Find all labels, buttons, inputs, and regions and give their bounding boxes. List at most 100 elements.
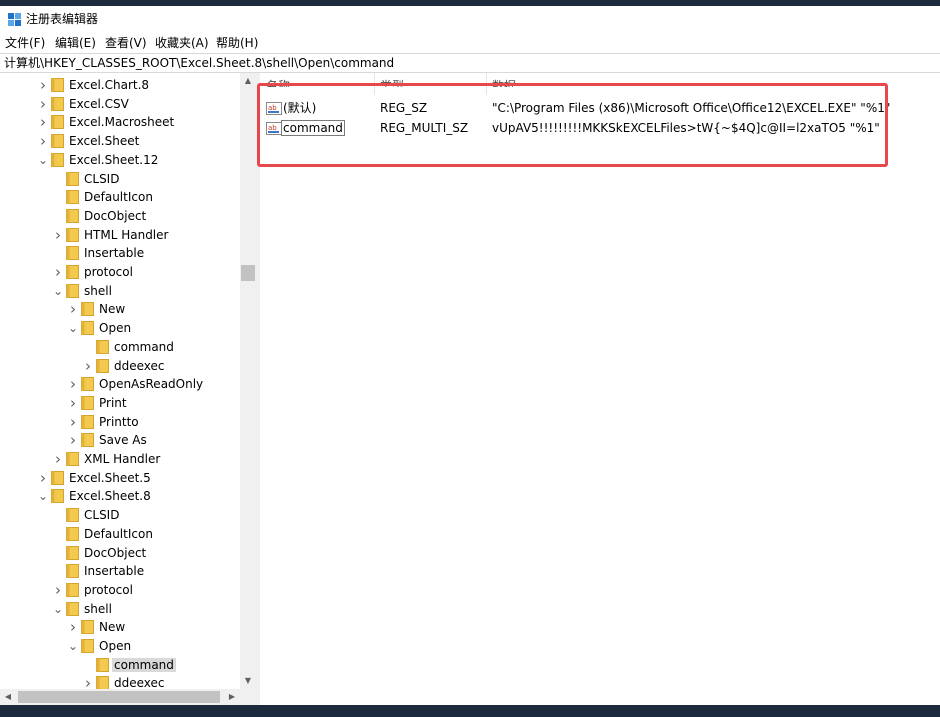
- tree-node-label: protocol: [84, 265, 133, 279]
- chevron-down-icon[interactable]: ⌄: [52, 283, 64, 299]
- tree-node[interactable]: command: [0, 338, 240, 356]
- tree-node[interactable]: ⌄ Excel.Sheet.12: [0, 151, 240, 169]
- tree-node[interactable]: › Excel.CSV: [0, 95, 240, 113]
- tree-node-label: Insertable: [84, 564, 145, 579]
- tree-node-label: Excel.Chart.8: [69, 78, 150, 92]
- chevron-right-icon[interactable]: ›: [37, 133, 49, 149]
- tree-node[interactable]: DefaultIcon: [0, 188, 240, 206]
- tree-vertical-scrollbar[interactable]: ▲ ▼: [240, 73, 256, 689]
- menu-edit[interactable]: 编辑(E): [55, 36, 96, 50]
- multi-string-value-icon: ab: [266, 122, 282, 135]
- tree-node[interactable]: Insertable: [0, 244, 240, 262]
- string-value-icon: ab: [266, 102, 282, 115]
- tree-node-label: Excel.Sheet.8: [69, 489, 151, 504]
- chevron-down-icon[interactable]: ⌄: [37, 152, 49, 168]
- menu-favorites[interactable]: 收藏夹(A): [155, 36, 209, 50]
- chevron-right-icon[interactable]: ›: [37, 114, 49, 130]
- tree-node[interactable]: CLSID: [0, 506, 240, 524]
- tree-node[interactable]: › Excel.Sheet.5: [0, 469, 240, 487]
- chevron-down-icon[interactable]: ⌄: [37, 488, 49, 504]
- tree-node-label: DocObject: [84, 545, 147, 560]
- title-bar[interactable]: 注册表编辑器: [0, 6, 940, 33]
- window-title: 注册表编辑器: [26, 12, 99, 26]
- tree-node[interactable]: ⌄ Excel.Sheet.8: [0, 487, 240, 505]
- folder-icon: [66, 190, 79, 205]
- tree-node-label: HTML Handler: [84, 227, 169, 242]
- chevron-down-icon[interactable]: ⌄: [67, 320, 79, 336]
- tree-node[interactable]: › Print: [0, 394, 240, 412]
- chevron-right-icon[interactable]: ›: [37, 96, 49, 112]
- chevron-right-icon[interactable]: ›: [82, 358, 94, 374]
- tree-node[interactable]: › ddeexec: [0, 357, 240, 375]
- tree-node-label: New: [99, 302, 126, 317]
- tree-node[interactable]: › Excel.Macrosheet: [0, 113, 240, 131]
- column-header-data[interactable]: 数据: [492, 79, 516, 87]
- values-list: 名称 类型 数据 ab (默认) REG_SZ "C:\Program File…: [260, 73, 940, 705]
- tree-node[interactable]: › Excel.Chart.8: [0, 76, 240, 94]
- tree-node[interactable]: ⌄ Open: [0, 637, 240, 655]
- tree-node[interactable]: › OpenAsReadOnly: [0, 375, 240, 393]
- tree-node[interactable]: DefaultIcon: [0, 525, 240, 543]
- folder-icon: [66, 283, 79, 298]
- column-header-type[interactable]: 类型: [380, 79, 404, 87]
- chevron-right-icon[interactable]: ›: [67, 301, 79, 317]
- tree-node[interactable]: › protocol: [0, 263, 240, 281]
- address-path[interactable]: 计算机\HKEY_CLASSES_ROOT\Excel.Sheet.8\shel…: [4, 56, 394, 71]
- tree-node[interactable]: DocObject: [0, 544, 240, 562]
- chevron-down-icon[interactable]: ⌄: [67, 638, 79, 654]
- menu-help[interactable]: 帮助(H): [216, 36, 258, 50]
- chevron-right-icon[interactable]: ›: [67, 619, 79, 635]
- scroll-left-arrow-icon[interactable]: ◀: [0, 689, 16, 705]
- tree-node[interactable]: command: [0, 656, 240, 674]
- tree-node[interactable]: Insertable: [0, 562, 240, 580]
- tree-node[interactable]: › Save As: [0, 431, 240, 449]
- tree-node[interactable]: ⌄ shell: [0, 600, 240, 618]
- column-divider[interactable]: [374, 73, 375, 95]
- folder-icon: [51, 489, 64, 504]
- column-header-name[interactable]: 名称: [266, 79, 290, 87]
- tree-node[interactable]: ⌄ Open: [0, 319, 240, 337]
- no-chevron: [52, 171, 64, 187]
- menu-view[interactable]: 查看(V): [105, 36, 147, 50]
- chevron-right-icon[interactable]: ›: [52, 227, 64, 243]
- tree-node[interactable]: CLSID: [0, 170, 240, 188]
- tree-node[interactable]: › New: [0, 300, 240, 318]
- tree-node[interactable]: › New: [0, 618, 240, 636]
- value-name: command: [281, 120, 345, 136]
- hscroll-thumb[interactable]: [18, 691, 220, 703]
- tree-node[interactable]: › HTML Handler: [0, 226, 240, 244]
- chevron-right-icon[interactable]: ›: [52, 264, 64, 280]
- chevron-right-icon[interactable]: ›: [52, 451, 64, 467]
- value-row-default[interactable]: ab (默认) REG_SZ "C:\Program Files (x86)\M…: [260, 98, 940, 118]
- column-divider[interactable]: [486, 73, 487, 95]
- tree-node[interactable]: › XML Handler: [0, 450, 240, 468]
- scroll-right-arrow-icon[interactable]: ▶: [224, 689, 240, 705]
- folder-icon: [66, 246, 79, 261]
- scroll-up-arrow-icon[interactable]: ▲: [240, 73, 256, 89]
- tree-node-label: Open: [99, 321, 132, 336]
- tree-node[interactable]: › Printto: [0, 413, 240, 431]
- tree-node[interactable]: ⌄ shell: [0, 282, 240, 300]
- value-row-command[interactable]: ab command REG_MULTI_SZ vUpAV5!!!!!!!!!M…: [260, 118, 940, 138]
- scroll-thumb[interactable]: [241, 265, 255, 281]
- no-chevron: [52, 208, 64, 224]
- chevron-right-icon[interactable]: ›: [37, 77, 49, 93]
- value-name: (默认): [283, 101, 317, 115]
- chevron-right-icon[interactable]: ›: [67, 432, 79, 448]
- chevron-right-icon[interactable]: ›: [67, 414, 79, 430]
- scroll-down-arrow-icon[interactable]: ▼: [240, 673, 256, 689]
- address-bar[interactable]: 计算机\HKEY_CLASSES_ROOT\Excel.Sheet.8\shel…: [0, 53, 940, 73]
- chevron-down-icon[interactable]: ⌄: [52, 601, 64, 617]
- value-data: "C:\Program Files (x86)\Microsoft Office…: [492, 101, 891, 115]
- tree-node-label: OpenAsReadOnly: [99, 377, 204, 392]
- tree-node[interactable]: › protocol: [0, 581, 240, 599]
- tree-horizontal-scrollbar[interactable]: ◀ ▶: [0, 689, 256, 705]
- tree-node[interactable]: DocObject: [0, 207, 240, 225]
- chevron-right-icon[interactable]: ›: [52, 582, 64, 598]
- chevron-right-icon[interactable]: ›: [67, 376, 79, 392]
- menu-file[interactable]: 文件(F): [5, 36, 45, 50]
- chevron-right-icon[interactable]: ›: [67, 395, 79, 411]
- tree-node[interactable]: › Excel.Sheet: [0, 132, 240, 150]
- tree-node-label: DefaultIcon: [84, 526, 153, 541]
- chevron-right-icon[interactable]: ›: [37, 470, 49, 486]
